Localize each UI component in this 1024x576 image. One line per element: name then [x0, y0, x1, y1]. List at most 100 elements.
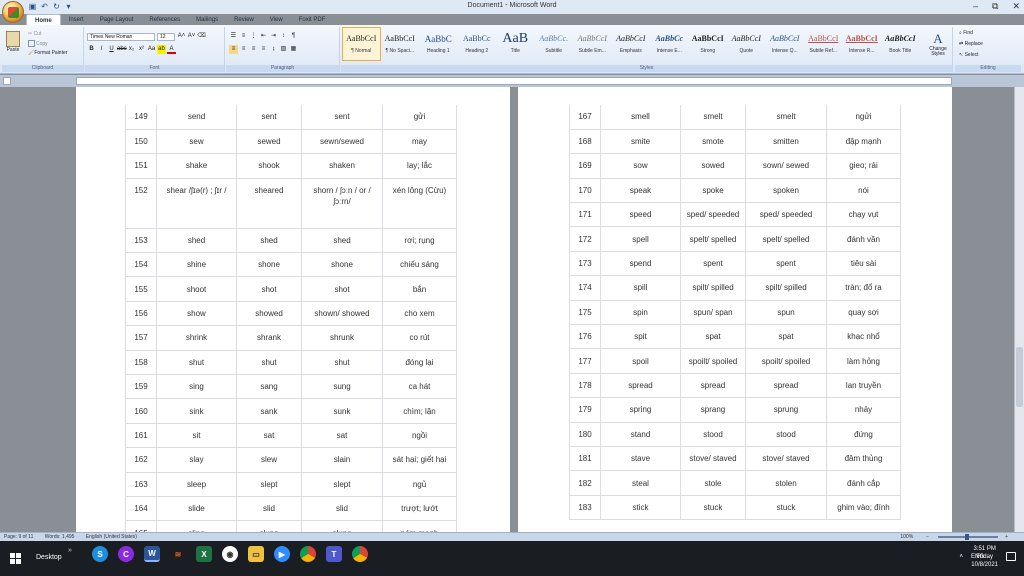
past-participle-cell[interactable]: smelt	[745, 105, 827, 130]
tab-view[interactable]: View	[262, 14, 291, 25]
row-number-cell[interactable]: 164	[125, 496, 157, 522]
base-form-cell[interactable]: sleep	[156, 472, 237, 497]
base-form-cell[interactable]: shrink	[156, 325, 237, 351]
style-intense-emphasis[interactable]: AaBbCc Intense E...	[650, 27, 689, 61]
underline-icon[interactable]: U	[107, 45, 116, 54]
base-form-cell[interactable]: sew	[156, 129, 237, 155]
tab-mailings[interactable]: Mailings	[188, 14, 226, 25]
row-number-cell[interactable]: 172	[569, 226, 601, 252]
style-intense-quote[interactable]: AaBbCcI Intense Q...	[766, 27, 805, 61]
row-number-cell[interactable]: 180	[569, 422, 601, 447]
row-number-cell[interactable]: 150	[125, 129, 157, 155]
meaning-cell[interactable]: ngủ	[382, 472, 457, 497]
past-simple-cell[interactable]: stood	[680, 422, 746, 447]
base-form-cell[interactable]: spell	[600, 226, 681, 252]
base-form-cell[interactable]: stand	[600, 422, 681, 447]
meaning-cell[interactable]: chiếu sáng	[382, 252, 457, 278]
past-simple-cell[interactable]: stuck	[680, 495, 746, 521]
row-number-cell[interactable]: 182	[569, 470, 601, 496]
base-form-cell[interactable]: speed	[600, 202, 681, 228]
meaning-cell[interactable]: đánh vần	[826, 226, 901, 252]
row-number-cell[interactable]: 168	[569, 129, 601, 155]
row-number-cell[interactable]: 161	[125, 423, 157, 449]
skype-icon[interactable]: S	[92, 546, 108, 562]
past-participle-cell[interactable]: shown/ showed	[301, 301, 383, 327]
zoom-level[interactable]: 100%	[900, 533, 913, 541]
past-simple-cell[interactable]: sewed	[236, 129, 302, 155]
row-number-cell[interactable]: 163	[125, 472, 157, 497]
past-simple-cell[interactable]: spent	[680, 251, 746, 277]
base-form-cell[interactable]: spoil	[600, 348, 681, 374]
line-spacing-icon[interactable]: ↨	[269, 45, 278, 54]
base-form-cell[interactable]: slide	[156, 496, 237, 522]
past-participle-cell[interactable]: spread	[745, 373, 827, 399]
meaning-cell[interactable]: gửi	[382, 105, 457, 130]
past-simple-cell[interactable]: spun/ span	[680, 300, 746, 326]
row-number-cell[interactable]: 151	[125, 153, 157, 179]
meaning-cell[interactable]: đóng lại	[382, 350, 457, 376]
row-number-cell[interactable]: 165	[125, 520, 157, 532]
base-form-cell[interactable]: shed	[156, 228, 237, 254]
vertical-scrollbar[interactable]	[1014, 87, 1024, 532]
pilcrow-icon[interactable]: ¶	[289, 32, 298, 41]
chrome-icon[interactable]	[300, 546, 316, 562]
past-simple-cell[interactable]: shed	[236, 228, 302, 254]
past-simple-cell[interactable]: slung	[236, 520, 302, 532]
past-participle-cell[interactable]: spilt/ spilled	[745, 275, 827, 301]
meaning-cell[interactable]: bắn	[382, 276, 457, 302]
word-count[interactable]: Words: 1,495	[45, 534, 75, 540]
row-number-cell[interactable]: 152	[125, 178, 157, 229]
office-button[interactable]	[2, 1, 24, 23]
shading-icon[interactable]: ▨	[279, 45, 288, 54]
past-participle-cell[interactable]: slain	[301, 447, 383, 473]
clear-format-icon[interactable]: ⌫	[197, 32, 206, 41]
subscript-icon[interactable]: x₂	[127, 45, 136, 54]
style-quote[interactable]: AaBbCcI Quote	[727, 27, 766, 61]
past-simple-cell[interactable]: sprang	[680, 397, 746, 423]
past-participle-cell[interactable]: spat	[745, 324, 827, 350]
style-heading-1[interactable]: AaBbC Heading 1	[419, 27, 458, 61]
base-form-cell[interactable]: sling	[156, 520, 237, 532]
past-participle-cell[interactable]: sunk	[301, 398, 383, 424]
meaning-cell[interactable]: đứng	[826, 422, 901, 447]
past-participle-cell[interactable]: shrunk	[301, 325, 383, 351]
past-simple-cell[interactable]: spelt/ spelled	[680, 226, 746, 252]
past-participle-cell[interactable]: slung	[301, 520, 383, 532]
row-number-cell[interactable]: 159	[125, 374, 157, 400]
cut-button[interactable]: ✂ Cut	[28, 31, 41, 37]
past-participle-cell[interactable]: stove/ staved	[745, 446, 827, 472]
meaning-cell[interactable]: khạc nhổ	[826, 324, 901, 350]
teams-icon[interactable]: T	[326, 546, 342, 562]
base-form-cell[interactable]: spit	[600, 324, 681, 350]
past-participle-cell[interactable]: stuck	[745, 495, 827, 521]
row-number-cell[interactable]: 156	[125, 301, 157, 327]
meaning-cell[interactable]: xén lông (Cừu)	[382, 178, 457, 229]
past-participle-cell[interactable]: shorn / ʃɔːn / or / ʃɔːrn/	[301, 178, 383, 229]
past-participle-cell[interactable]: smitten	[745, 129, 827, 155]
copy-button[interactable]: Copy	[28, 40, 48, 47]
zoom-knob[interactable]	[965, 534, 970, 540]
find-button[interactable]: ⌕ Find	[959, 30, 973, 36]
row-number-cell[interactable]: 157	[125, 325, 157, 351]
meaning-cell[interactable]: ghim vào; đính	[826, 495, 901, 521]
meaning-cell[interactable]: ngồi	[382, 423, 457, 449]
past-simple-cell[interactable]: shut	[236, 350, 302, 376]
past-participle-cell[interactable]: shot	[301, 276, 383, 302]
row-number-cell[interactable]: 179	[569, 397, 601, 423]
past-simple-cell[interactable]: shrank	[236, 325, 302, 351]
meaning-cell[interactable]: chạy vụt	[826, 202, 901, 228]
restore-button[interactable]: ⧉	[992, 1, 998, 12]
past-simple-cell[interactable]: slew	[236, 447, 302, 473]
row-number-cell[interactable]: 178	[569, 373, 601, 399]
meaning-cell[interactable]: trượt; lướt	[382, 496, 457, 522]
past-simple-cell[interactable]: stove/ staved	[680, 446, 746, 472]
minimize-button[interactable]: –	[973, 1, 978, 12]
align-right-icon[interactable]: ≡	[249, 45, 258, 54]
past-simple-cell[interactable]: slept	[236, 472, 302, 497]
row-number-cell[interactable]: 171	[569, 202, 601, 228]
meaning-cell[interactable]: làm hỏng	[826, 348, 901, 374]
past-participle-cell[interactable]: spun	[745, 300, 827, 326]
past-simple-cell[interactable]: shone	[236, 252, 302, 278]
file-explorer-icon[interactable]: ▭	[248, 546, 264, 562]
bullets-icon[interactable]: ☰	[229, 32, 238, 41]
